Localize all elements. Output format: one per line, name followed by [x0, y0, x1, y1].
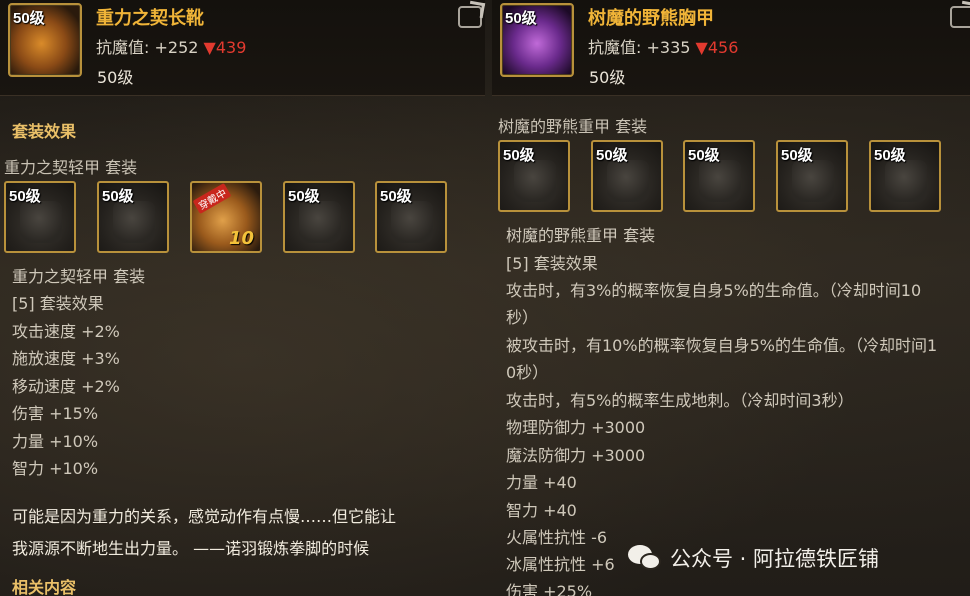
resist-down-value: ▼439 — [203, 38, 247, 57]
armor-piece-icon — [792, 160, 834, 202]
set-slot-5[interactable]: 50级 — [375, 181, 447, 253]
effect-line: 智力 +40 — [506, 501, 577, 520]
set-slot-5[interactable]: 50级 — [869, 140, 941, 212]
right-item-panel: 50级 树魔的野熊胸甲 抗魔值: +335 ▼456 50级 树魔的野熊重甲 套… — [492, 0, 970, 596]
slot-level-tag: 50级 — [688, 147, 720, 164]
resist-value: +252 — [154, 38, 199, 57]
slot-level-tag: 50级 — [9, 188, 41, 205]
resist-down-value: ▼456 — [695, 38, 739, 57]
armor-piece-icon — [514, 160, 556, 202]
slot-level-tag: 50级 — [874, 147, 906, 164]
effect-line: [5] 套装效果 — [12, 294, 104, 313]
set-slot-1[interactable]: 50级 — [498, 140, 570, 212]
wechat-icon — [628, 545, 662, 571]
armor-piece-icon — [20, 201, 62, 243]
effect-line: 重力之契轻甲 套装 — [12, 267, 146, 286]
slot-level-tag: 50级 — [596, 147, 628, 164]
section-title-related: 相关内容 — [12, 578, 77, 596]
set-slot-2[interactable]: 50级 — [97, 181, 169, 253]
effect-line: 攻击时，有3%的概率恢复自身5%的生命值。（冷却时间10 — [506, 281, 922, 300]
resist-label: 抗魔值: — [96, 38, 150, 57]
set-slot-3[interactable]: 50级 — [683, 140, 755, 212]
armor-piece-icon — [607, 160, 649, 202]
effect-line: 冰属性抗性 +6 — [506, 555, 615, 574]
equipped-ribbon: 穿戴中 — [192, 183, 232, 214]
share-icon[interactable] — [950, 6, 970, 28]
item-name: 重力之契长靴 — [96, 8, 204, 29]
armor-piece-icon — [113, 201, 155, 243]
slot-count: 10 — [228, 228, 254, 249]
effect-line: 移动速度 +2% — [12, 377, 120, 396]
effect-line: 树魔的野熊重甲 套装 — [506, 226, 656, 245]
flavor-text-line: 我源源不断地生出力量。 ——诺羽锻炼拳脚的时候 — [12, 539, 370, 558]
set-slot-4[interactable]: 50级 — [776, 140, 848, 212]
effect-line: 魔法防御力 +3000 — [506, 446, 646, 465]
left-item-panel: 50级 重力之契长靴 抗魔值: +252 ▼439 50级 套装效果 重力之契轻… — [0, 0, 485, 596]
effect-line: 秒） — [506, 308, 539, 327]
slot-level-tag: 50级 — [380, 188, 412, 205]
set-name: 重力之契轻甲 套装 — [4, 158, 138, 177]
effect-line: 力量 +10% — [12, 432, 99, 451]
set-name: 树魔的野熊重甲 套装 — [498, 117, 648, 136]
slot-level-tag: 50级 — [503, 147, 535, 164]
resist-value: +335 — [646, 38, 691, 57]
slot-level-tag: 50级 — [781, 147, 813, 164]
share-icon[interactable] — [458, 6, 482, 28]
effect-line: 物理防御力 +3000 — [506, 418, 646, 437]
item-level: 50级 — [589, 68, 626, 87]
set-slot-1[interactable]: 50级 — [4, 181, 76, 253]
slot-level-tag: 50级 — [102, 188, 134, 205]
slot-level-tag: 50级 — [288, 188, 320, 205]
effect-line: 力量 +40 — [506, 473, 577, 492]
chest-armor-item-icon[interactable]: 50级 — [500, 3, 574, 77]
effect-line: 被攻击时，有10%的概率恢复自身5%的生命值。（冷却时间1 — [506, 336, 938, 355]
watermark: 公众号 · 阿拉德铁匠铺 — [628, 540, 879, 576]
effect-line: 智力 +10% — [12, 459, 99, 478]
armor-piece-icon — [299, 201, 341, 243]
watermark-text: 公众号 · 阿拉德铁匠铺 — [670, 547, 880, 571]
effect-line: 伤害 +25% — [506, 582, 593, 596]
item-name: 树魔的野熊胸甲 — [588, 8, 714, 29]
set-slot-3-equipped[interactable]: 穿戴中 10 — [190, 181, 262, 253]
set-slot-2[interactable]: 50级 — [591, 140, 663, 212]
left-item-header: 50级 重力之契长靴 抗魔值: +252 ▼439 50级 — [0, 0, 485, 96]
effect-line: 火属性抗性 -6 — [506, 528, 608, 547]
armor-piece-icon — [391, 201, 433, 243]
effect-line: 伤害 +15% — [12, 404, 99, 423]
item-level: 50级 — [97, 68, 134, 87]
right-item-header: 50级 树魔的野熊胸甲 抗魔值: +335 ▼456 50级 — [492, 0, 970, 96]
item-level-tag: 50级 — [13, 10, 45, 27]
section-title-set-effect: 套装效果 — [12, 122, 77, 141]
effect-line: 攻击时，有5%的概率生成地刺。（冷却时间3秒） — [506, 391, 854, 410]
armor-piece-icon — [885, 160, 927, 202]
set-slot-4[interactable]: 50级 — [283, 181, 355, 253]
resist-label: 抗魔值: — [588, 38, 642, 57]
effect-line: [5] 套装效果 — [506, 254, 598, 273]
armor-piece-icon — [699, 160, 741, 202]
boots-item-icon[interactable]: 50级 — [8, 3, 82, 77]
item-level-tag: 50级 — [505, 10, 537, 27]
flavor-text-line: 可能是因为重力的关系，感觉动作有点慢……但它能让 — [12, 507, 397, 526]
resist-line: 抗魔值: +252 ▼439 — [96, 34, 246, 58]
resist-line: 抗魔值: +335 ▼456 — [588, 34, 738, 58]
effect-line: 攻击速度 +2% — [12, 322, 120, 341]
effect-line: 0秒） — [506, 363, 549, 382]
effect-line: 施放速度 +3% — [12, 349, 120, 368]
